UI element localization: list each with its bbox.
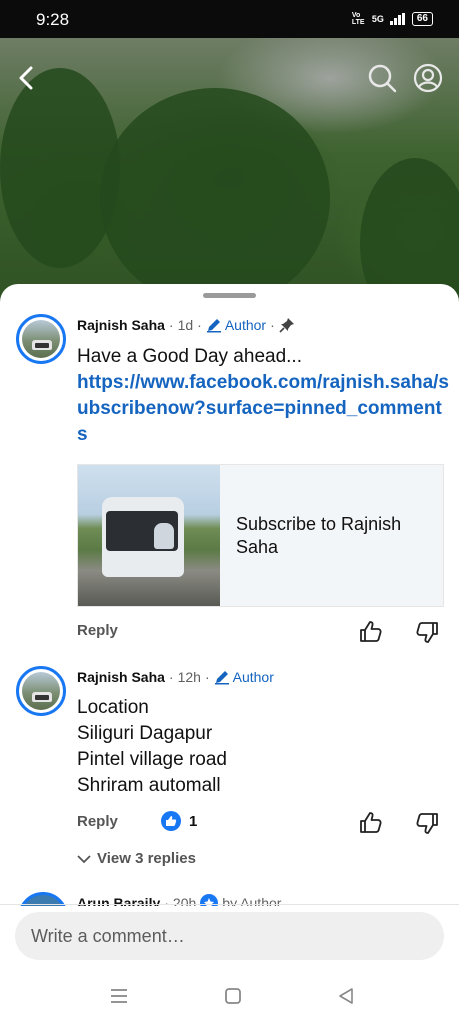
account-button[interactable]: [412, 62, 444, 94]
comment-text: Location: [77, 697, 149, 718]
search-button[interactable]: [366, 62, 398, 94]
comment-header: Rajnish Saha · 12h · Author: [77, 669, 274, 685]
volte-label: Vo LTE: [351, 12, 365, 26]
thumbs-down-icon[interactable]: [415, 620, 439, 644]
pin-icon: [279, 318, 294, 333]
like-reaction-icon: [161, 811, 181, 831]
thumbs-down-icon[interactable]: [415, 811, 439, 835]
author-label: Author: [232, 669, 274, 685]
avatar-image: [22, 320, 60, 358]
account-icon: [413, 63, 443, 93]
system-nav-bar: [0, 966, 459, 1024]
view-replies-label: View 3 replies: [97, 850, 196, 867]
comment-actions: Reply 1: [77, 811, 449, 835]
back-button[interactable]: [10, 62, 42, 94]
recent-apps-button[interactable]: [107, 984, 131, 1008]
pencil-icon: [214, 671, 229, 685]
commenter-name[interactable]: Rajnish Saha: [77, 317, 165, 333]
drag-handle[interactable]: [203, 293, 256, 298]
menu-icon: [111, 989, 127, 1003]
author-label: Author: [224, 317, 267, 333]
comment-link[interactable]: https://www.facebook.com/rajnish.saha/su…: [77, 370, 449, 448]
divider: [0, 904, 459, 905]
home-button[interactable]: [221, 984, 245, 1008]
comment-text: Siliguri Dagapur: [77, 723, 213, 744]
chevron-down-icon: [77, 854, 91, 863]
status-bar: 9:28 Vo LTE 5G 66: [0, 0, 459, 38]
avatar-image: [22, 672, 60, 710]
commenter-name[interactable]: Rajnish Saha: [77, 669, 165, 685]
avatar-car: [32, 340, 52, 350]
status-time: 9:28: [36, 10, 70, 29]
comment-input[interactable]: [15, 912, 444, 960]
comment-separator: ·: [204, 669, 210, 685]
comment-separator: ·: [168, 669, 174, 685]
link-preview-title: Subscribe to Rajnish Saha: [236, 514, 402, 557]
thumbs-up-icon[interactable]: [359, 811, 383, 835]
comment-header: Rajnish Saha · 1d · Author ·: [77, 317, 295, 333]
avatar[interactable]: [16, 666, 66, 716]
back-triangle-icon: [339, 988, 353, 1004]
link-preview-image: [78, 465, 220, 606]
comment-actions: Reply: [77, 620, 449, 644]
author-badge: Author: [214, 669, 274, 685]
comment-separator: ·: [168, 317, 174, 333]
comment-separator: ·: [270, 317, 275, 333]
thumbs-up-icon[interactable]: [359, 620, 383, 644]
like-summary[interactable]: 1: [161, 811, 197, 831]
comments-sheet: Rajnish Saha · 1d · Author · Have a Good…: [0, 284, 459, 1024]
reply-button[interactable]: Reply: [77, 622, 118, 639]
author-badge: Author: [206, 317, 266, 333]
avatar[interactable]: [16, 314, 66, 364]
home-square-icon: [225, 988, 241, 1004]
status-icons: Vo LTE 5G 66: [352, 12, 433, 26]
avatar-car: [32, 692, 52, 702]
comment-time: 1d: [177, 317, 194, 333]
search-icon: [368, 64, 397, 93]
like-count: 1: [189, 812, 198, 830]
back-nav-button[interactable]: [334, 984, 358, 1008]
preview-person: [154, 523, 174, 549]
view-replies-button[interactable]: View 3 replies: [77, 850, 196, 867]
battery-icon: 66: [411, 12, 433, 26]
link-preview-card[interactable]: Subscribe to Rajnish Saha: [77, 464, 444, 607]
signal-icon: [389, 13, 405, 25]
comment-text: Shriram automall: [77, 775, 221, 796]
back-arrow-icon: [19, 66, 33, 90]
video-frame-tree: [100, 88, 330, 308]
pencil-icon: [206, 319, 221, 333]
comment-text: Have a Good Day ahead...: [77, 346, 302, 367]
network-type-label: 5G: [371, 14, 384, 24]
comment-time: 12h: [177, 669, 201, 685]
comment-separator: ·: [197, 317, 202, 333]
video-frame-tree: [0, 68, 120, 268]
comment-text: Pintel village road: [77, 749, 227, 770]
reply-button[interactable]: Reply: [77, 813, 118, 830]
